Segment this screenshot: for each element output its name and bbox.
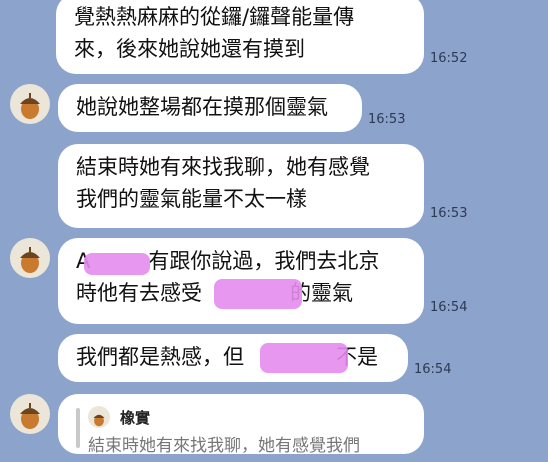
message-line: 來，後來她說她還有摸到 (74, 37, 305, 61)
message-bubble[interactable]: 結束時她有來找我聊，她有感覺 我們的靈氣能量不太一樣 (58, 144, 424, 228)
message-time: 16:52 (430, 51, 468, 66)
message-line: 時他有去感受 (76, 281, 202, 305)
message-time: 16:54 (430, 300, 468, 315)
message-line: 結束時她有來找我聊，她有感覺 (76, 155, 370, 179)
reply-avatar (88, 406, 110, 428)
redaction-mark (260, 343, 348, 373)
message-line: 她說她整場都在摸那個靈氣 (76, 95, 328, 119)
reply-bubble[interactable]: 橡實 結束時她有來找我聊，她有感覺我們 (58, 394, 424, 456)
message-line: 有跟你說過，我們去北京 (148, 249, 380, 273)
reply-quoted-text: 結束時她有來找我聊，她有感覺我們 (88, 436, 360, 456)
message-bubble[interactable]: 我們都是熱感，但 不是 (58, 334, 408, 382)
acorn-icon (20, 403, 40, 429)
message-bubble[interactable]: A有跟你說過，我們去北京 時他有去感受的靈氣 (58, 238, 424, 324)
redaction-mark (214, 279, 302, 309)
message-time: 16:53 (368, 112, 406, 127)
message-line: 我們的靈氣能量不太一樣 (76, 187, 307, 211)
message-bubble[interactable]: 覺熱熱麻麻的從鑼/鑼聲能量傳 來，後來她說她還有摸到 (56, 0, 424, 74)
avatar[interactable] (10, 238, 50, 278)
acorn-icon (93, 414, 105, 427)
message-line: 我們都是熱感，但 (76, 345, 244, 369)
message-time: 16:53 (430, 206, 468, 221)
acorn-icon (20, 93, 40, 119)
avatar[interactable] (10, 394, 50, 434)
message-time: 16:54 (414, 362, 452, 377)
redaction-mark (84, 253, 150, 275)
avatar[interactable] (10, 84, 50, 124)
reply-quote-bar (76, 408, 80, 448)
message-line: 覺熱熱麻麻的從鑼/鑼聲能量傳 (74, 5, 355, 29)
message-bubble[interactable]: 她說她整場都在摸那個靈氣 (58, 84, 362, 132)
acorn-icon (20, 247, 40, 273)
